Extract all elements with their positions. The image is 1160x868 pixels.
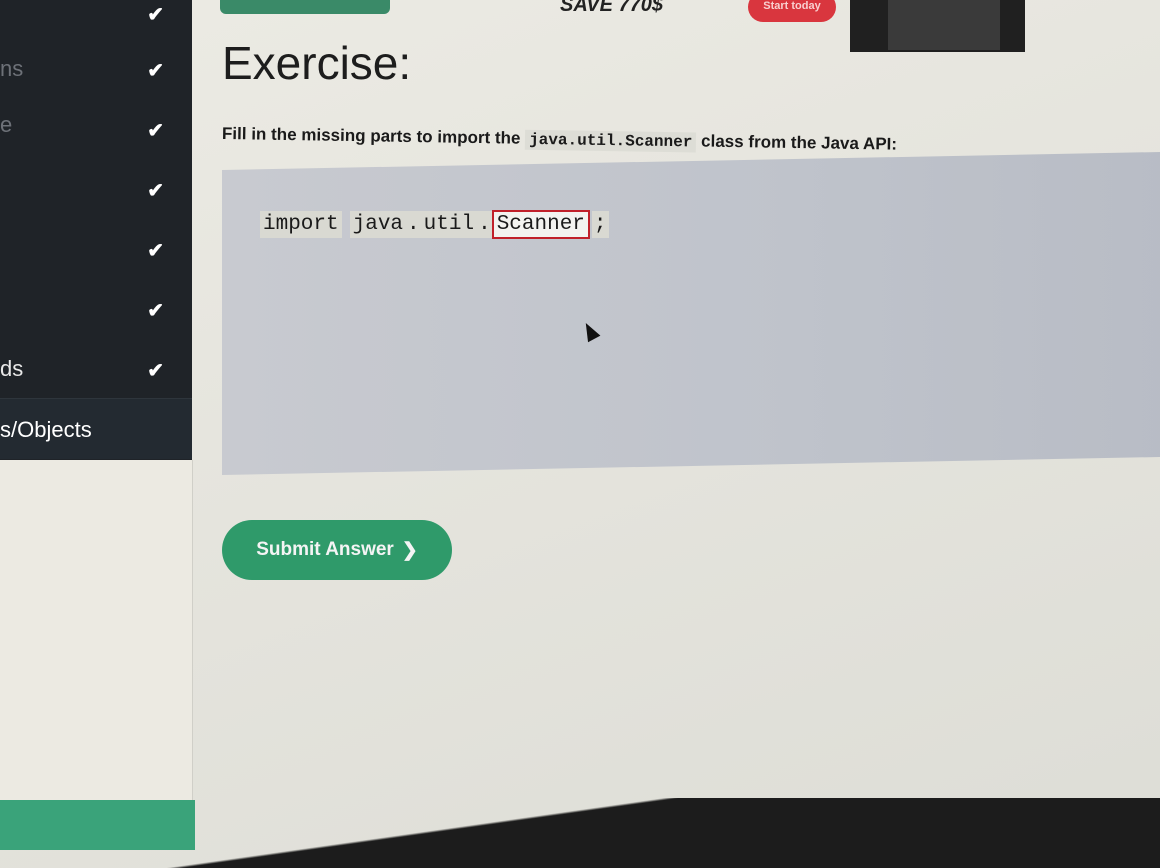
code-line: import java. util. Scanner; (260, 210, 609, 239)
screen: SAVE 770$ Start today ns ✔ ✔ e ✔ ✔ ✔ ✔ d… (0, 0, 1160, 868)
sidebar-item-active[interactable]: s/Objects (0, 398, 192, 459)
top-green-tab[interactable] (220, 0, 390, 14)
instruction-code: java.util.Scanner (524, 129, 697, 153)
check-icon: ✔ (147, 4, 164, 26)
check-icon: ✔ (147, 240, 164, 262)
sidebar-item-label: s/Objects (0, 417, 92, 442)
code-package: java (349, 211, 407, 238)
sidebar-item[interactable]: ✔ (0, 280, 192, 340)
check-icon: ✔ (147, 360, 164, 382)
check-icon: ✔ (147, 60, 164, 82)
check-icon: ✔ (147, 300, 164, 322)
start-today-button[interactable]: Start today (748, 0, 836, 22)
sidebar-item[interactable]: ds ✔ (0, 340, 192, 400)
monitor-bezel (0, 798, 1160, 868)
exercise-instruction: Fill in the missing parts to import the … (222, 124, 897, 155)
submit-answer-button[interactable]: Submit Answer ❯ (222, 520, 452, 580)
instruction-suffix: class from the Java API: (700, 131, 898, 154)
sidebar-lower (0, 460, 193, 800)
code-dot: . (477, 211, 492, 238)
check-icon: ✔ (147, 180, 164, 202)
instruction-prefix: Fill in the missing parts to import the (221, 124, 521, 148)
promo-text: SAVE 770$ (560, 0, 664, 16)
code-package: util (420, 211, 478, 238)
sidebar-item[interactable]: ✔ (0, 160, 192, 220)
check-icon: ✔ (147, 120, 164, 142)
code-dot: . (406, 211, 421, 238)
sidebar-item-label: ds (0, 356, 24, 381)
sidebar-item-label: e (0, 112, 13, 137)
exercise-title: Exercise: (222, 37, 412, 89)
code-panel (222, 151, 1160, 475)
answer-input[interactable]: Scanner (491, 210, 590, 239)
sidebar-item[interactable]: e ✔ (0, 100, 192, 160)
sidebar-item[interactable]: ✔ (0, 0, 192, 60)
sidebar: ns ✔ ✔ e ✔ ✔ ✔ ✔ ds ✔ s/Objects (0, 0, 192, 460)
sidebar-item[interactable]: ✔ (0, 220, 192, 280)
promo-image (850, 0, 1025, 52)
code-keyword: import (260, 211, 342, 238)
submit-label: Submit Answer (256, 539, 394, 560)
code-semicolon: ; (591, 211, 609, 238)
chevron-right-icon: ❯ (401, 539, 418, 561)
